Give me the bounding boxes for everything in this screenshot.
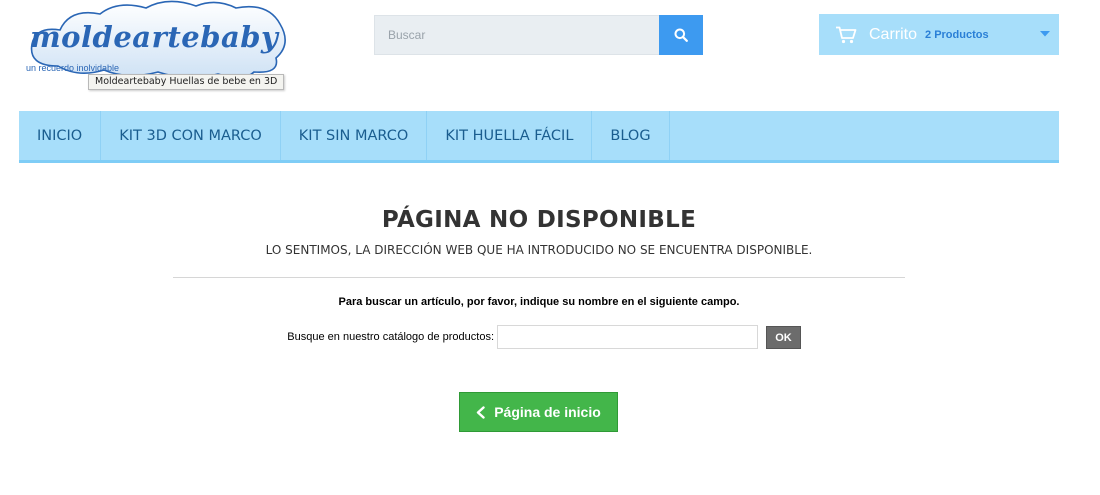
page-subtitle: LO SENTIMOS, LA DIRECCIÓN WEB QUE HA INT… [265, 243, 813, 257]
catalog-ok-button[interactable]: OK [766, 326, 801, 349]
cart-label: Carrito [869, 25, 918, 43]
home-page-button-label: Página de inicio [494, 404, 601, 420]
nav-item-kit-sin-marco[interactable]: KIT SIN MARCO [281, 111, 428, 160]
search-button[interactable] [659, 15, 703, 55]
home-page-button[interactable]: Página de inicio [459, 392, 618, 432]
search-icon [674, 28, 688, 42]
search-instruction: Para buscar un artículo, por favor, indi… [338, 296, 740, 308]
chevron-left-icon [477, 405, 485, 419]
cart-button[interactable]: Carrito 2 Productos [819, 14, 1059, 55]
logo-text: moldeartebaby [30, 20, 279, 54]
logo-slogan: un recuerdo inolvidable [26, 63, 120, 73]
page-title: PÁGINA NO DISPONIBLE [381, 207, 697, 233]
divider [173, 277, 905, 278]
catalog-search-input[interactable] [497, 325, 758, 349]
main-nav: INICIO KIT 3D CON MARCO KIT SIN MARCO KI… [19, 111, 1059, 163]
nav-item-blog[interactable]: BLOG [592, 111, 670, 160]
cart-icon [836, 26, 857, 43]
catalog-search-label: Busque en nuestro catálogo de productos: [287, 331, 494, 343]
logo-tooltip: Moldeartebaby Huellas de bebe en 3D [88, 74, 285, 90]
cart-count: 2 Productos [925, 28, 989, 41]
nav-item-kit-3d-con-marco[interactable]: KIT 3D CON MARCO [101, 111, 281, 160]
nav-item-inicio[interactable]: INICIO [19, 111, 102, 160]
search-input[interactable] [374, 15, 660, 55]
caret-down-icon[interactable] [1039, 30, 1051, 38]
nav-item-kit-huella-facil[interactable]: KIT HUELLA FÁCIL [427, 111, 593, 160]
